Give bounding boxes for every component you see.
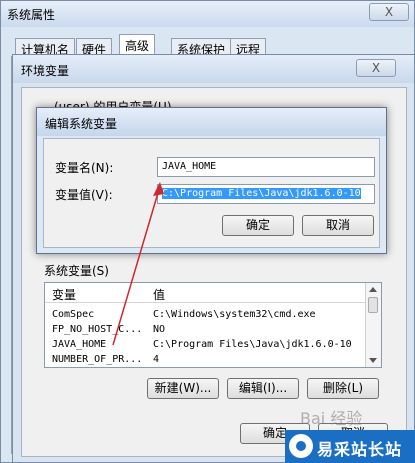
environment-variables-titlebar[interactable]: 环境变量 X <box>13 55 414 83</box>
edit-dialog-body: 变量名(N): JAVA_HOME 变量值(V): C:\Program Fil… <box>43 138 380 248</box>
edit-cancel-button[interactable]: 取消 <box>302 215 374 236</box>
edit-dialog-title: 编辑系统变量 <box>45 117 118 131</box>
row-variable-value: C:\Windows\system32\cmd.exe <box>153 309 316 320</box>
table-row[interactable]: ComSpec C:\Windows\system32\cmd.exe <box>45 308 366 323</box>
edit-ok-button[interactable]: 确定 <box>222 215 294 236</box>
site-logo-icon <box>289 434 313 458</box>
list-header: 变量 值 <box>45 283 366 303</box>
environment-variables-title: 环境变量 <box>21 64 70 78</box>
variable-name-label: 变量名(N): <box>55 161 114 175</box>
variable-value-label: 变量值(V): <box>55 188 113 202</box>
row-variable-value: C:\Program Files\Java\jdk1.6.0-10 <box>153 339 352 350</box>
site-watermark-text: 易采站长站 <box>317 440 403 459</box>
scroll-up-icon[interactable] <box>369 287 377 292</box>
column-header-value[interactable]: 值 <box>153 286 165 303</box>
system-properties-close-button[interactable]: X <box>369 3 409 21</box>
delete-variable-button[interactable]: 删除(L) <box>307 378 379 399</box>
variable-value-input[interactable]: C:\Program Files\Java\jdk1.6.0-10 <box>157 184 375 204</box>
row-variable-name: NUMBER_OF_PR... <box>52 354 143 365</box>
table-row[interactable]: FP_NO_HOST_C... NO <box>45 323 366 338</box>
variable-name-input[interactable]: JAVA_HOME <box>157 157 375 177</box>
system-properties-titlebar[interactable]: 系统属性 X <box>1 1 414 27</box>
edit-variable-button[interactable]: 编辑(I)... <box>227 378 299 399</box>
row-variable-name: ComSpec <box>52 309 95 320</box>
site-watermark: 易采站长站 <box>285 430 415 463</box>
baidu-watermark: Bai 经验 <box>300 409 363 428</box>
row-variable-value: 4 <box>153 354 160 365</box>
system-properties-title: 系统属性 <box>7 8 56 22</box>
row-variable-value: NO <box>153 324 166 335</box>
system-variables-list[interactable]: 变量 值 ComSpec C:\Windows\system32\cmd.exe… <box>44 282 382 368</box>
edit-dialog-titlebar[interactable]: 编辑系统变量 <box>37 108 386 136</box>
environment-variables-close-button[interactable]: X <box>356 59 396 77</box>
list-scrollbar[interactable] <box>365 283 381 367</box>
row-variable-name: JAVA_HOME <box>52 339 107 350</box>
table-row[interactable]: JAVA_HOME C:\Program Files\Java\jdk1.6.0… <box>45 338 366 353</box>
variable-value-selection: C:\Program Files\Java\jdk1.6.0-10 <box>162 188 361 199</box>
scroll-thumb[interactable] <box>368 297 378 313</box>
system-variables-label: 系统变量(S) <box>44 264 109 278</box>
table-row[interactable]: NUMBER_OF_PR... 4 <box>45 353 366 367</box>
scroll-down-icon[interactable] <box>369 358 377 363</box>
row-variable-name: FP_NO_HOST_C... <box>52 324 143 335</box>
new-variable-button[interactable]: 新建(W)... <box>147 378 219 399</box>
column-header-variable[interactable]: 变量 <box>52 286 76 303</box>
edit-system-variable-dialog: 编辑系统变量 变量名(N): JAVA_HOME 变量值(V): C:\Prog… <box>36 107 387 254</box>
